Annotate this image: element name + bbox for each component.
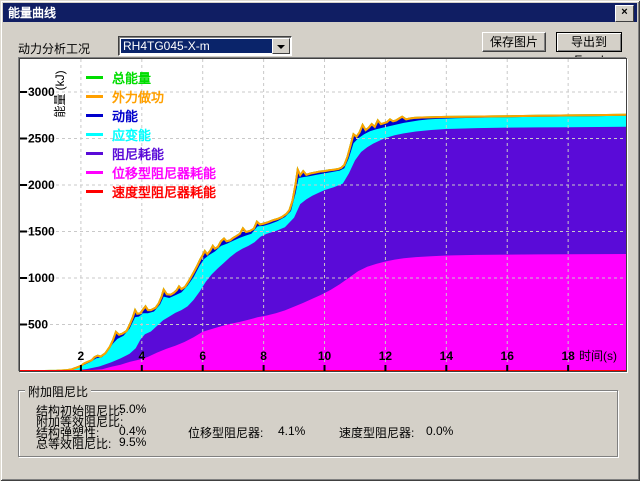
stat-label-velocity-damper: 速度型阻尼器: — [339, 424, 414, 441]
legend-label: 应变能 — [112, 125, 151, 144]
x-tick-label: 4 — [138, 349, 145, 363]
stat-label-total-equiv-damping: 总等效阻尼比: — [36, 435, 111, 452]
titlebar[interactable]: 能量曲线 × — [3, 3, 637, 22]
x-tick-label: 18 — [561, 349, 575, 363]
export-excel-button[interactable]: 导出到Excel — [556, 32, 622, 52]
y-tick-label: 1000 — [28, 271, 55, 285]
x-tick-label: 12 — [379, 349, 393, 363]
y-axis-title: 能量 (kJ) — [53, 70, 67, 117]
legend-swatch — [86, 76, 103, 79]
x-tick-label: 10 — [318, 349, 332, 363]
additional-damping-groupbox: 附加阻尼比 结构初始阻尼比: 5.0% 附加等效阻尼比: 结构弹塑性: 0.4%… — [18, 390, 618, 457]
condition-selected-value: RH4TG045-X-m — [121, 39, 273, 53]
legend-swatch — [86, 95, 103, 98]
legend-item: 外力做功 — [86, 87, 216, 106]
x-tick-label: 8 — [260, 349, 267, 363]
y-tick-label: 500 — [28, 318, 48, 332]
legend-item: 速度型阻尼器耗能 — [86, 182, 216, 201]
stat-label-displacement-damper: 位移型阻尼器: — [188, 424, 263, 441]
stat-value-total-equiv-damping: 9.5% — [119, 435, 146, 449]
y-tick-label: 3000 — [28, 85, 55, 99]
legend-label: 总能量 — [112, 68, 151, 87]
condition-combobox[interactable]: RH4TG045-X-m — [118, 36, 292, 56]
y-tick-label: 2500 — [28, 132, 55, 146]
legend-item: 动能 — [86, 106, 216, 125]
legend-label: 外力做功 — [112, 87, 164, 106]
legend-item: 阻尼耗能 — [86, 144, 216, 163]
legend-item: 位移型阻尼器耗能 — [86, 163, 216, 182]
close-button[interactable]: × — [615, 5, 634, 22]
x-tick-label: 6 — [199, 349, 206, 363]
y-tick-label: 2000 — [28, 178, 55, 192]
legend-swatch — [86, 190, 103, 193]
stat-value-displacement-damper: 4.1% — [278, 424, 305, 438]
energy-curve-dialog: 能量曲线 × 动力分析工况 RH4TG045-X-m 保存图片 导出到Excel… — [0, 0, 640, 481]
legend-label: 阻尼耗能 — [112, 144, 164, 163]
y-tick-label: 1500 — [28, 225, 55, 239]
window-title: 能量曲线 — [8, 4, 56, 21]
save-image-button[interactable]: 保存图片 — [482, 32, 546, 52]
groupbox-title: 附加阻尼比 — [25, 383, 91, 400]
stat-value-velocity-damper: 0.0% — [426, 424, 453, 438]
x-axis-title: 时间(s) — [579, 349, 617, 363]
legend-swatch — [86, 152, 103, 155]
chart-legend: 总能量外力做功动能应变能阻尼耗能位移型阻尼器耗能速度型阻尼器耗能 — [86, 68, 216, 201]
legend-item: 应变能 — [86, 125, 216, 144]
legend-item: 总能量 — [86, 68, 216, 87]
x-tick-label: 2 — [78, 349, 85, 363]
legend-label: 速度型阻尼器耗能 — [112, 182, 216, 201]
condition-label: 动力分析工况 — [18, 40, 90, 57]
legend-label: 动能 — [112, 106, 138, 125]
legend-swatch — [86, 133, 103, 136]
legend-swatch — [86, 171, 103, 174]
legend-swatch — [86, 114, 103, 117]
chevron-down-icon[interactable] — [272, 38, 290, 54]
legend-label: 位移型阻尼器耗能 — [112, 163, 216, 182]
x-tick-label: 16 — [501, 349, 515, 363]
energy-chart-panel: 500 1000 1500 2000 2500 3000 2 4 6 8 10 12 14 16 18 时间(… — [19, 58, 627, 372]
x-tick-label: 14 — [440, 349, 454, 363]
